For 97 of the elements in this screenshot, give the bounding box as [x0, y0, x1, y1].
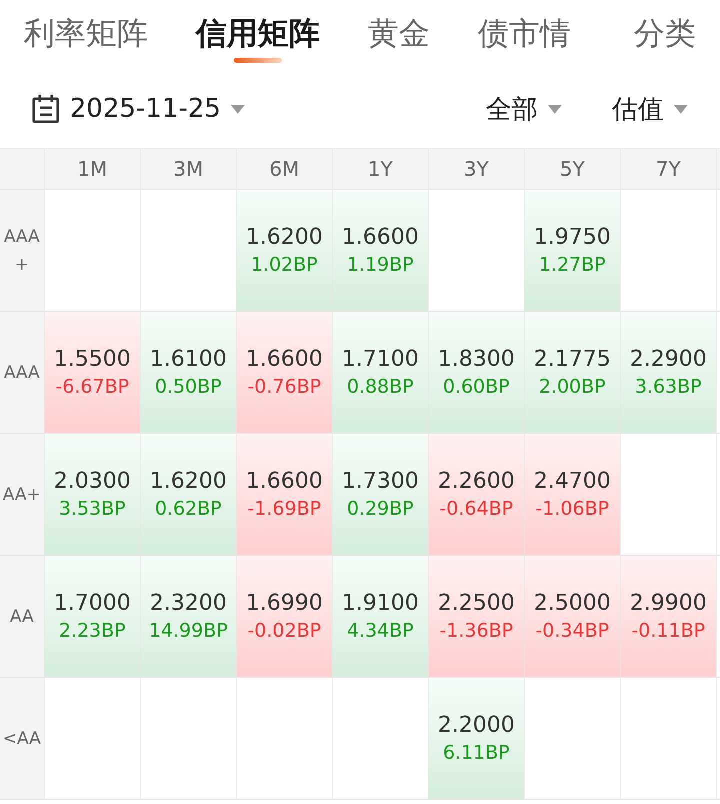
yield-value: 1.6200	[246, 224, 323, 252]
change-value: 2.23BP	[59, 619, 126, 644]
change-value: -0.11BP	[632, 619, 706, 644]
change-value: -0.34BP	[536, 619, 610, 644]
table-cell[interactable]: 1.8300 0.60BP	[429, 312, 524, 433]
table-cell[interactable]: 2.2900 3.63BP	[621, 312, 716, 433]
yield-value: 2.2900	[630, 346, 707, 374]
table-cell[interactable]: 1.6200 0.62BP	[141, 434, 236, 555]
yield-value: 2.0300	[54, 468, 131, 496]
yield-value: 1.6100	[150, 346, 227, 374]
table-cell[interactable]: 1.6600 1.19BP	[333, 190, 428, 311]
yield-value: 2.2600	[438, 468, 515, 496]
change-value: 3.63BP	[635, 375, 702, 400]
change-value: 0.60BP	[443, 375, 510, 400]
yield-value: 2.5000	[534, 590, 611, 618]
change-value: 4.34BP	[347, 619, 414, 644]
change-value: -0.02BP	[248, 619, 322, 644]
change-value: 0.29BP	[347, 497, 414, 522]
row-header: AAA	[4, 362, 40, 384]
yield-value: 2.1775	[534, 346, 611, 374]
change-value: 0.62BP	[155, 497, 222, 522]
column-header: 1Y	[333, 149, 428, 189]
yield-value: 2.2000	[438, 712, 515, 740]
change-value: -0.76BP	[248, 375, 322, 400]
table-cell[interactable]: 1.7000 2.23BP	[45, 556, 140, 677]
tab[interactable]: 信用矩阵	[196, 14, 320, 54]
table-cell[interactable]: 2.2500 -1.36BP	[429, 556, 524, 677]
yield-value: 1.7300	[342, 468, 419, 496]
table-cell[interactable]: 2.3200 14.99BP	[141, 556, 236, 677]
row-header: AA+	[3, 484, 41, 506]
table-cell[interactable]: 1.9100 4.34BP	[333, 556, 428, 677]
yield-value: 1.6600	[342, 224, 419, 252]
table-cell[interactable]: 2.0300 3.53BP	[45, 434, 140, 555]
yield-value: 2.9900	[630, 590, 707, 618]
change-value: 0.50BP	[155, 375, 222, 400]
yield-value: 1.8300	[438, 346, 515, 374]
table-cell[interactable]: 1.9750 1.27BP	[525, 190, 620, 311]
caret-icon	[231, 104, 246, 114]
category-button[interactable]: 分类	[634, 14, 696, 54]
column-header: 3M	[141, 149, 236, 189]
tab[interactable]: 黄金	[368, 14, 430, 54]
caret-icon	[548, 104, 562, 114]
change-value: -0.64BP	[440, 497, 514, 522]
yield-value: 1.9750	[534, 224, 611, 252]
row-header: <AA	[3, 728, 41, 750]
caret-icon	[674, 104, 688, 114]
column-header: 5Y	[525, 149, 620, 189]
yield-value: 1.6600	[246, 468, 323, 496]
table-cell[interactable]: 1.7100 0.88BP	[333, 312, 428, 433]
table-cell[interactable]: 1.6100 0.50BP	[141, 312, 236, 433]
change-value: 14.99BP	[149, 619, 228, 644]
column-header: 6M	[237, 149, 332, 189]
change-value: -1.69BP	[248, 497, 322, 522]
table-cell[interactable]: 1.7300 0.29BP	[333, 434, 428, 555]
change-value: 1.19BP	[347, 253, 414, 278]
yield-value: 1.6990	[246, 590, 323, 618]
change-value: 0.88BP	[347, 375, 414, 400]
yield-value: 1.6200	[150, 468, 227, 496]
table-cell[interactable]: 2.5000 -0.34BP	[525, 556, 620, 677]
filter-dropdown[interactable]: 全部	[486, 92, 562, 126]
table-cell[interactable]: 1.6600 -0.76BP	[237, 312, 332, 433]
table-cell[interactable]: 2.1775 2.00BP	[525, 312, 620, 433]
yield-value: 1.9100	[342, 590, 419, 618]
change-value: 1.02BP	[251, 253, 318, 278]
column-header: 1M	[45, 149, 140, 189]
table-cell[interactable]: 1.6600 -1.69BP	[237, 434, 332, 555]
change-value: -6.67BP	[56, 375, 130, 400]
table-cell[interactable]: 2.4700 -1.06BP	[525, 434, 620, 555]
column-header: 3Y	[429, 149, 524, 189]
change-value: -1.36BP	[440, 619, 514, 644]
change-value: 1.27BP	[539, 253, 606, 278]
yield-value: 1.7000	[54, 590, 131, 618]
row-header: AA	[10, 606, 34, 628]
change-value: 2.00BP	[539, 375, 606, 400]
table-cell[interactable]: 1.6200 1.02BP	[237, 190, 332, 311]
change-value: 6.11BP	[443, 741, 510, 766]
type-dropdown[interactable]: 估值	[612, 92, 688, 126]
calendar-icon	[32, 94, 60, 124]
yield-value: 1.5500	[54, 346, 131, 374]
tab[interactable]: 债市情	[478, 14, 571, 54]
yield-value: 2.2500	[438, 590, 515, 618]
table-cell[interactable]: 1.6990 -0.02BP	[237, 556, 332, 677]
yield-value: 2.3200	[150, 590, 227, 618]
table-cell[interactable]: 2.9900 -0.11BP	[621, 556, 716, 677]
column-header: 7Y	[621, 149, 716, 189]
change-value: -1.06BP	[536, 497, 610, 522]
yield-value: 1.6600	[246, 346, 323, 374]
yield-value: 2.4700	[534, 468, 611, 496]
tab[interactable]: 利率矩阵	[24, 14, 148, 54]
tab-indicator	[234, 58, 282, 63]
table-cell[interactable]: 2.2600 -0.64BP	[429, 434, 524, 555]
date-picker[interactable]: 2025-11-25	[32, 94, 246, 124]
yield-value: 1.7100	[342, 346, 419, 374]
change-value: 3.53BP	[59, 497, 126, 522]
row-header: AAA +	[3, 226, 41, 276]
table-cell[interactable]: 1.5500 -6.67BP	[45, 312, 140, 433]
table-cell[interactable]: 2.2000 6.11BP	[429, 678, 524, 799]
